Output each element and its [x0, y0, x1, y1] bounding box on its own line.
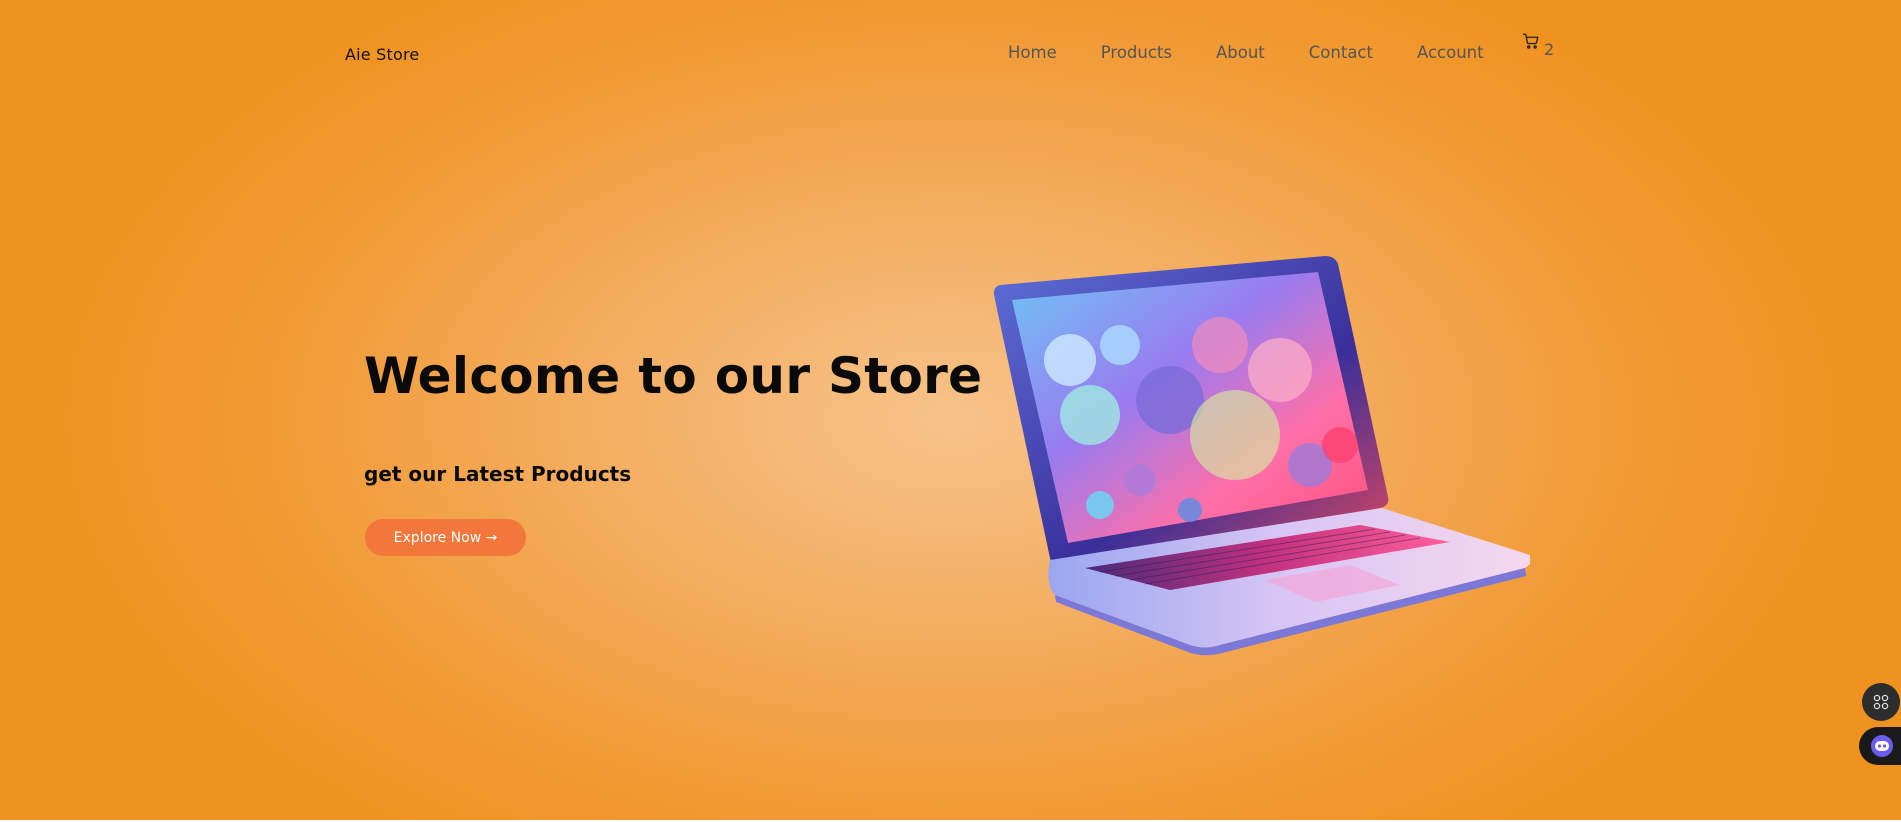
nav-contact[interactable]: Contact: [1309, 43, 1373, 62]
laptop-illustration: [993, 256, 1530, 656]
grid-icon: [1873, 694, 1889, 710]
hero-subtitle: get our Latest Products: [364, 462, 632, 486]
chatbot-button[interactable]: [1859, 727, 1901, 765]
explore-now-button[interactable]: Explore Now →: [365, 519, 526, 556]
chatbot-icon: [1870, 735, 1893, 757]
nav-account[interactable]: Account: [1417, 43, 1484, 62]
nav-about[interactable]: About: [1216, 43, 1265, 62]
hero-section: Aie Store Home Products About Contact Ac…: [0, 0, 1901, 820]
hero-title: Welcome to our Store: [364, 347, 983, 405]
main-nav: Home Products About Contact Account: [1008, 43, 1528, 62]
cart-count-badge: 2: [1544, 40, 1555, 59]
cart-button[interactable]: 2: [1522, 32, 1554, 59]
nav-products[interactable]: Products: [1101, 43, 1172, 62]
widget-grid-button[interactable]: [1862, 683, 1900, 721]
brand-logo[interactable]: Aie Store: [345, 45, 419, 64]
nav-home[interactable]: Home: [1008, 43, 1057, 62]
cart-icon: [1522, 33, 1539, 49]
